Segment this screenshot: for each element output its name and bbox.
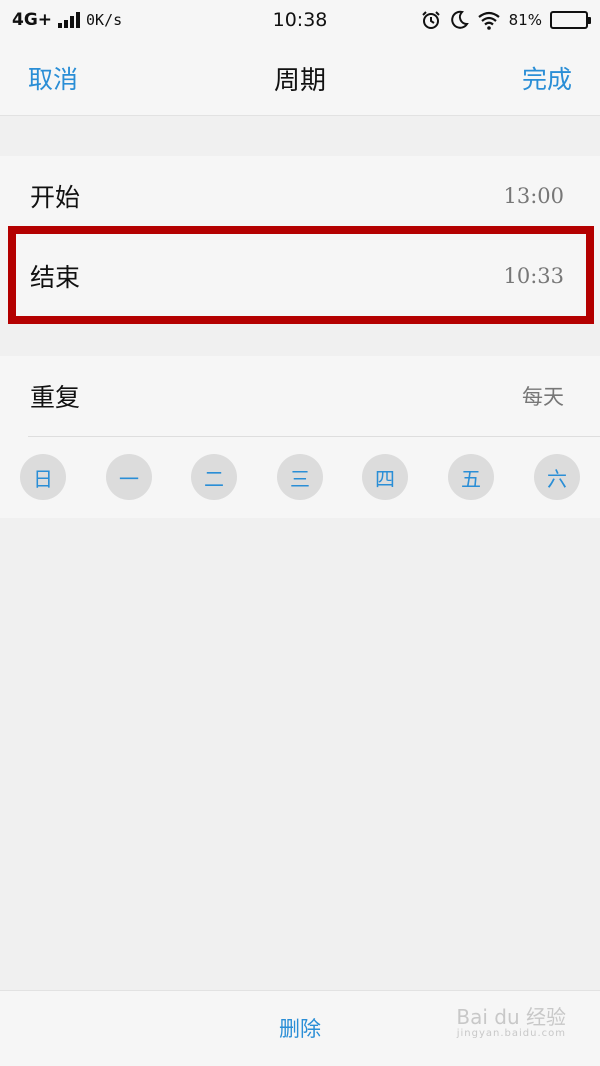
- divider: [28, 436, 600, 437]
- page-title: 周期: [273, 66, 326, 96]
- status-left: 4G+ 0K/s: [12, 10, 122, 30]
- time-range-group: 开始 13:00 结束 10:33: [0, 156, 600, 320]
- end-time-value: 10:33: [503, 264, 564, 288]
- day-tuesday[interactable]: 二: [191, 454, 237, 500]
- battery-percent: 81%: [508, 11, 542, 29]
- watermark: Bai du 经验 jingyan.baidu.com: [456, 1006, 566, 1039]
- done-button[interactable]: 完成: [522, 60, 572, 96]
- repeat-row[interactable]: 重复 每天: [0, 356, 600, 436]
- day-wednesday[interactable]: 三: [277, 454, 323, 500]
- start-time-value: 13:00: [503, 184, 564, 208]
- day-friday[interactable]: 五: [448, 454, 494, 500]
- moon-icon: [450, 10, 469, 29]
- day-thursday[interactable]: 四: [362, 454, 408, 500]
- alarm-icon: [421, 11, 440, 29]
- repeat-label: 重复: [30, 383, 81, 412]
- weekday-selector: 日 一 二 三 四 五 六: [0, 454, 600, 502]
- wifi-icon: [477, 11, 500, 30]
- nav-bar: 取消 周期 完成: [0, 40, 600, 116]
- start-label: 开始: [30, 183, 81, 212]
- network-speed: 0K/s: [86, 11, 123, 29]
- day-monday[interactable]: 一: [106, 454, 152, 500]
- repeat-value: 每天: [522, 385, 564, 409]
- battery-icon: [550, 11, 591, 29]
- watermark-url: jingyan.baidu.com: [456, 1028, 566, 1039]
- status-bar: 4G+ 0K/s 10:38 81%: [0, 0, 600, 40]
- day-sunday[interactable]: 日: [20, 454, 66, 500]
- network-type: 4G+: [12, 10, 53, 30]
- repeat-group: 重复 每天 日 一 二 三 四 五 六: [0, 356, 600, 518]
- signal-icon: [58, 12, 81, 28]
- start-time-row[interactable]: 开始 13:00: [0, 156, 600, 236]
- watermark-brand: Bai du 经验: [456, 1005, 566, 1029]
- status-right: 81%: [421, 10, 591, 30]
- end-label: 结束: [30, 263, 81, 292]
- day-saturday[interactable]: 六: [534, 454, 580, 500]
- end-time-row[interactable]: 结束 10:33: [0, 236, 600, 316]
